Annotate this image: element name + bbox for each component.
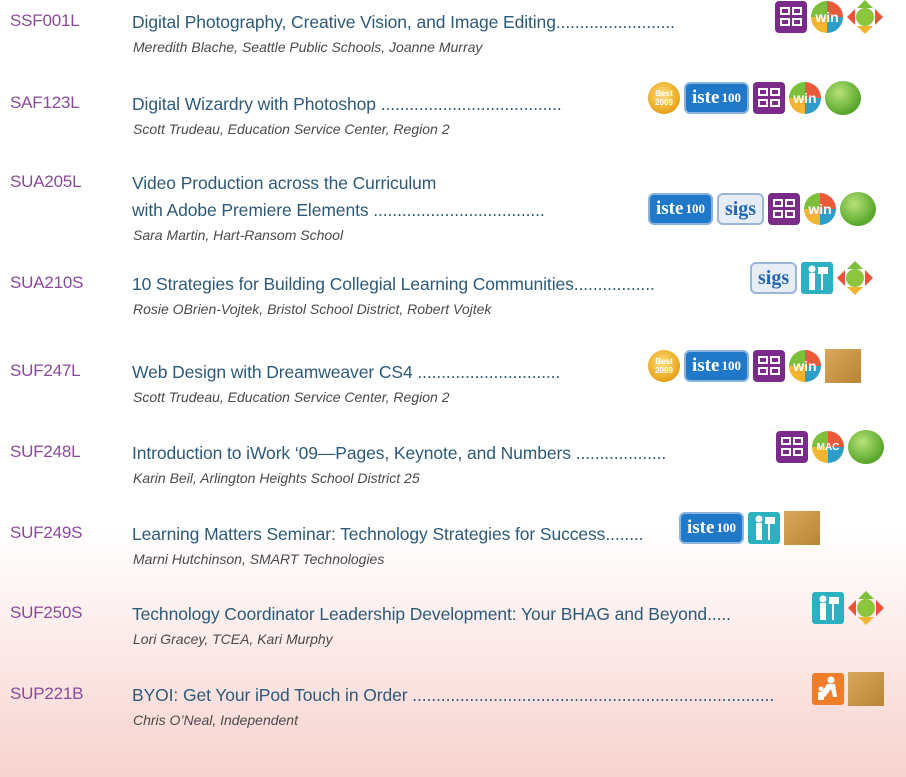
leader-dots: .............................. — [412, 362, 561, 382]
person-icon — [801, 262, 834, 294]
lab-icon — [775, 1, 807, 33]
session-title-text: Technology Coordinator Leadership Develo… — [132, 604, 708, 624]
win-icon: win — [788, 82, 821, 114]
session-icons — [812, 672, 884, 706]
leader-dots: ................... — [570, 443, 667, 463]
diamond-icon — [837, 261, 874, 295]
session-speaker: Scott Trudeau, Education Service Center,… — [133, 121, 450, 137]
circle-icon — [848, 430, 884, 464]
leader-dots: ........................................… — [407, 685, 775, 705]
circle-icon — [840, 192, 877, 226]
session-code: SUF248L — [10, 442, 81, 461]
session-title-text: Video Production across the Curriculum — [132, 173, 437, 193]
lab-icon — [776, 431, 808, 463]
session-title: Introduction to iWork ‘09—Pages, Keynote… — [132, 440, 773, 466]
session-code: SUF249S — [10, 523, 83, 542]
win-icon: win — [804, 193, 837, 225]
session-title: BYOI: Get Your iPod Touch in Order .....… — [132, 682, 809, 708]
session-title-text: Learning Matters Seminar: Technology Str… — [132, 524, 606, 544]
diamond-icon — [848, 591, 884, 625]
leader-dots: ........ — [605, 524, 644, 544]
session-speaker: Chris O’Neal, Independent — [133, 712, 298, 728]
session-speaker: Scott Trudeau, Education Service Center,… — [133, 389, 450, 405]
square-icon — [783, 511, 820, 545]
session-title: Digital Wizardry with Photoshop ........… — [132, 91, 645, 117]
session-speaker: Marni Hutchinson, SMART Technologies — [133, 551, 385, 567]
session-speaker: Meredith Blache, Seattle Public Schools,… — [133, 39, 483, 55]
person-icon — [812, 592, 844, 624]
session-code: SUP221B — [10, 684, 84, 703]
session-speaker: Lori Gracey, TCEA, Kari Murphy — [133, 631, 333, 647]
session-icons — [812, 591, 884, 625]
session-code: SUA210S — [10, 273, 84, 292]
square-icon — [824, 349, 861, 383]
session-icons: iste 100 sigs win — [648, 192, 877, 226]
lab-icon — [752, 82, 785, 114]
leader-dots: ..... — [707, 604, 731, 624]
circle-icon — [824, 81, 861, 115]
session-title: Web Design with Dreamweaver CS4 ........… — [132, 359, 645, 385]
session-icons: iste 100 — [679, 511, 820, 545]
mac-icon: MAC — [812, 431, 844, 463]
win-icon: win — [788, 350, 821, 382]
session-title: 10 Strategies for Building Collegial Lea… — [132, 271, 747, 297]
session-title: Learning Matters Seminar: Technology Str… — [132, 521, 676, 547]
session-title: Digital Photography, Creative Vision, an… — [132, 9, 775, 35]
best-2009-icon: Best 2009 — [648, 350, 680, 382]
session-title-text: with Adobe Premiere Elements — [132, 200, 369, 220]
iste100-icon: iste 100 — [684, 82, 749, 114]
square-icon — [848, 672, 884, 706]
session-code: SUF247L — [10, 361, 81, 380]
session-title-text: Introduction to iWork ‘09—Pages, Keynote… — [132, 443, 571, 463]
sigs-icon: sigs — [716, 193, 765, 225]
session-title-text: BYOI: Get Your iPod Touch in Order — [132, 685, 408, 705]
session-title: Technology Coordinator Leadership Develo… — [132, 601, 809, 627]
person-icon — [747, 512, 780, 544]
session-icons: sigs — [750, 261, 874, 295]
iste100-icon: iste 100 — [684, 350, 749, 382]
session-speaker: Rosie OBrien-Vojtek, Bristol School Dist… — [133, 301, 492, 317]
session-title-text: Web Design with Dreamweaver CS4 — [132, 362, 413, 382]
lab-icon — [768, 193, 801, 225]
iste100-icon: iste 100 — [679, 512, 744, 544]
best-2009-icon: Best 2009 — [648, 82, 680, 114]
lab-icon — [752, 350, 785, 382]
session-title: Video Production across the Curriculum — [132, 170, 732, 196]
leader-dots: .................................... — [368, 200, 545, 220]
session-title-text: 10 Strategies for Building Collegial Lea… — [132, 274, 574, 294]
session-title-text: Digital Wizardry with Photoshop — [132, 94, 376, 114]
diamond-icon — [847, 0, 883, 34]
session-title-text: Digital Photography, Creative Vision, an… — [132, 12, 556, 32]
session-icons: Best 2009 iste 100 win — [648, 81, 861, 115]
leader-dots: ...................................... — [375, 94, 562, 114]
session-title: with Adobe Premiere Elements ...........… — [132, 197, 645, 223]
session-code: SUF250S — [10, 603, 83, 622]
session-speaker: Karin Beil, Arlington Heights School Dis… — [133, 470, 420, 486]
session-code: SSF001L — [10, 11, 80, 30]
session-icons: MAC — [776, 430, 884, 464]
sigs-icon: sigs — [750, 262, 798, 294]
kids-icon — [812, 673, 844, 705]
session-speaker: Sara Martin, Hart-Ransom School — [133, 227, 344, 243]
session-code: SUA205L — [10, 172, 82, 191]
leader-dots: ................. — [573, 274, 655, 294]
session-icons: Best 2009 iste 100 win — [648, 349, 861, 383]
win-icon: win — [811, 1, 843, 33]
session-icons: win — [775, 0, 883, 34]
leader-dots: ......................... — [555, 12, 675, 32]
iste100-icon: iste 100 — [648, 193, 713, 225]
session-code: SAF123L — [10, 93, 80, 112]
